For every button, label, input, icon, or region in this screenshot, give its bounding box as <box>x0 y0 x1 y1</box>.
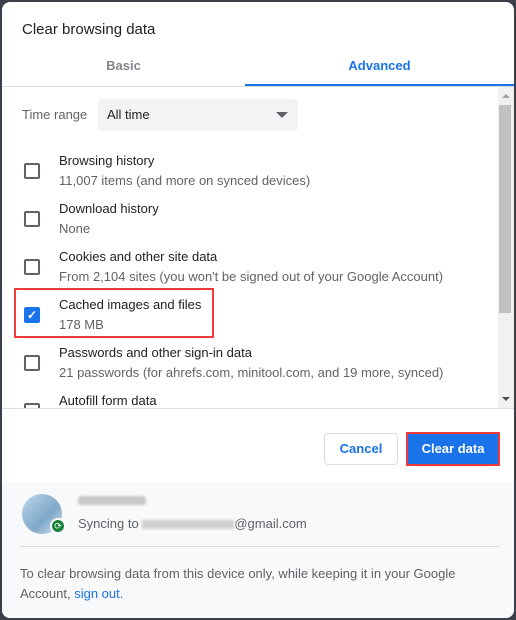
option-title: Download history <box>59 201 159 216</box>
time-range-label: Time range <box>22 107 88 122</box>
note-end: . <box>119 586 124 601</box>
dropdown-caret-icon <box>276 112 288 118</box>
option-title: Cookies and other site data <box>59 249 218 264</box>
scroll-up-icon[interactable] <box>502 94 510 98</box>
checkbox[interactable] <box>24 355 40 371</box>
option-subtitle: From 2,104 sites (you won't be signed ou… <box>59 269 444 284</box>
time-range-select[interactable]: All time <box>98 99 298 131</box>
option-cookies[interactable]: Cookies and other site data From 2,104 s… <box>2 245 497 293</box>
option-subtitle: None <box>59 221 91 236</box>
sync-prefix: Syncing to <box>78 516 143 531</box>
divider <box>20 546 499 547</box>
option-title: Autofill form data <box>59 393 157 408</box>
sync-status: Syncing to @gmail.com <box>78 516 307 531</box>
checkbox[interactable] <box>24 259 40 275</box>
tab-basic[interactable]: Basic <box>2 58 245 86</box>
option-passwords[interactable]: Passwords and other sign-in data 21 pass… <box>2 341 497 389</box>
sync-icon: ⟳ <box>50 518 66 534</box>
option-browsing-history[interactable]: Browsing history 11,007 items (and more … <box>2 149 497 197</box>
checkbox[interactable] <box>24 211 40 227</box>
option-title: Browsing history <box>59 153 155 168</box>
option-autofill[interactable]: Autofill form data <box>2 389 497 408</box>
cancel-button[interactable]: Cancel <box>324 433 398 465</box>
divider <box>2 408 514 409</box>
option-title: Passwords and other sign-in data <box>59 345 252 360</box>
scrollbar[interactable] <box>498 87 514 408</box>
options-list[interactable]: Time range All time Browsing history 11,… <box>2 87 514 408</box>
checkbox[interactable] <box>24 163 40 179</box>
email-redacted <box>142 520 235 530</box>
highlight-box <box>14 288 214 338</box>
dialog-title: Clear browsing data <box>22 21 156 38</box>
clear-browsing-data-dialog: Clear browsing data Basic Advanced Time … <box>2 2 514 618</box>
scrollbar-thumb[interactable] <box>499 105 511 313</box>
account-footer: ⟳ Syncing to @gmail.com To clear browsin… <box>2 482 514 618</box>
option-subtitle: 21 passwords (for ahrefs.com, minitool.c… <box>59 365 444 380</box>
option-download-history[interactable]: Download history None <box>2 197 497 245</box>
sign-out-note: To clear browsing data from this device … <box>20 564 490 604</box>
time-range-value: All time <box>107 107 150 122</box>
sign-out-link[interactable]: sign out <box>74 586 120 601</box>
clear-data-button[interactable]: Clear data <box>406 432 500 466</box>
scroll-down-icon[interactable] <box>502 397 510 401</box>
account-name-redacted <box>78 496 146 505</box>
email-suffix: @gmail.com <box>234 516 307 531</box>
tab-advanced[interactable]: Advanced <box>245 58 514 86</box>
option-subtitle: 11,007 items (and more on synced devices… <box>59 173 311 188</box>
